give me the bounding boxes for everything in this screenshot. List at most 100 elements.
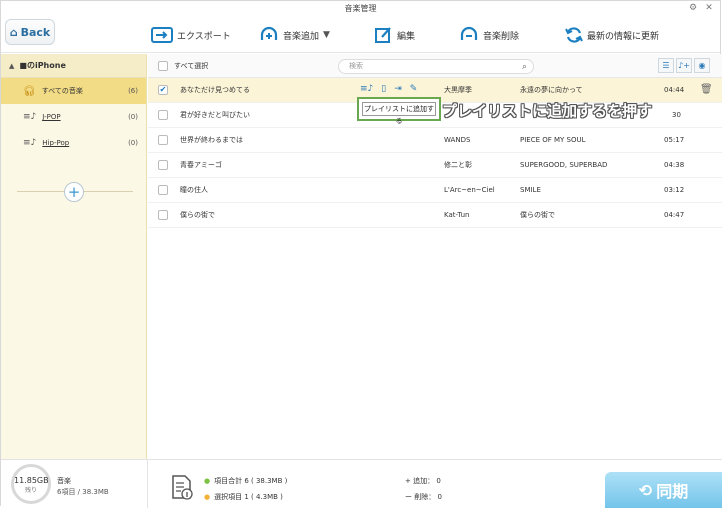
add-to-playlist-icon[interactable]: ♪+ xyxy=(676,58,692,73)
song-title: 瞳の住人 xyxy=(180,186,208,194)
tooltip-text: プレイリストに追加する xyxy=(362,102,436,125)
headphones-icon: 🎧︎ xyxy=(23,85,36,97)
song-album: SUPERGOOD, SUPERBAD xyxy=(520,161,608,169)
device-header[interactable]: ▲ ■のiPhone xyxy=(1,54,146,78)
sidebar-item-label: Hip-Pop xyxy=(42,139,70,147)
song-time: 05:17 xyxy=(664,136,685,144)
row-checkbox[interactable] xyxy=(158,185,168,195)
song-album: 僕らの街で xyxy=(520,211,555,219)
song-artist: Kat-Tun xyxy=(444,211,470,219)
sync-icon: ⟲ xyxy=(638,480,653,500)
export-button[interactable]: エクスポート xyxy=(151,23,231,47)
edit-icon xyxy=(375,27,391,43)
song-title: 青春アミーゴ xyxy=(180,161,222,169)
storage-free-label: 残り xyxy=(24,487,37,494)
sidebar-item-count: (0) xyxy=(128,113,138,121)
song-time: 04:38 xyxy=(664,161,685,169)
window-controls: ⚙ ✕ xyxy=(688,3,714,13)
add-to-playlist-icon[interactable]: ≡♪ xyxy=(360,84,373,94)
select-all-checkbox[interactable] xyxy=(158,60,168,71)
sidebar-item-count: (6) xyxy=(128,87,138,95)
added-count: + 追加： 0 xyxy=(405,477,441,485)
edit-label: 編集 xyxy=(397,31,416,42)
delete-music-button[interactable]: 音楽削除 xyxy=(459,23,519,47)
deleted-count: ー 削除： 0 xyxy=(405,493,442,501)
window-title: 音楽管理 xyxy=(344,4,377,13)
song-title: 世界が終わるまでは xyxy=(180,136,243,144)
select-all-label: すべて選択 xyxy=(174,61,209,70)
add-playlist-button[interactable]: + xyxy=(64,182,84,202)
row-checkbox[interactable] xyxy=(158,110,168,120)
add-music-label: 音楽追加 xyxy=(283,31,320,42)
search-icon[interactable]: ⌕ xyxy=(522,61,527,74)
close-icon[interactable]: ✕ xyxy=(704,3,714,13)
footer-divider xyxy=(147,460,148,508)
title-bar: 音楽管理 ⚙ ✕ xyxy=(1,1,720,17)
song-time: 30 xyxy=(672,111,681,119)
sidebar-item-all-music[interactable]: 🎧︎ すべての音楽 (6) xyxy=(1,78,146,104)
app-window: 音楽管理 ⚙ ✕ ⌂ Back エクスポート 音楽追加 ▼ 編集 音楽削除 最新… xyxy=(0,0,722,508)
sidebar: ▲ ■のiPhone 🎧︎ すべての音楽 (6) ≡♪ J-POP (0) ≡♪… xyxy=(1,54,147,459)
table-row[interactable]: 僕らの街で Kat-Tun 僕らの街で 04:47 xyxy=(148,203,722,228)
music-label: 音楽 xyxy=(57,477,71,485)
search-placeholder: 検索 xyxy=(349,62,363,70)
orange-dot-icon: ● xyxy=(204,493,211,501)
device-name: ■のiPhone xyxy=(19,61,66,70)
back-button[interactable]: ⌂ Back xyxy=(5,19,55,45)
sync-button[interactable]: ⟲ 同期 xyxy=(605,472,722,508)
song-artist: 大黒摩季 xyxy=(444,86,472,94)
selected-items-stat: ● 選択項目 1 ( 4.3MB ) xyxy=(204,492,283,502)
add-music-button[interactable]: 音楽追加 ▼ xyxy=(259,23,330,47)
playlist-icon: ≡♪ xyxy=(23,138,37,148)
add-playlist-area: + xyxy=(17,182,133,202)
edit-icon[interactable]: ✎ xyxy=(410,84,418,94)
toolbar: ⌂ Back エクスポート 音楽追加 ▼ 編集 音楽削除 最新の情報に更新 xyxy=(1,17,720,53)
sidebar-item-label: すべての音楽 xyxy=(41,87,83,95)
export-label: エクスポート xyxy=(177,31,231,42)
row-checkbox[interactable] xyxy=(158,135,168,145)
sidebar-item-jpop[interactable]: ≡♪ J-POP (0) xyxy=(1,104,146,130)
document-info-icon xyxy=(172,475,193,500)
refresh-icon xyxy=(565,27,583,43)
green-dot-icon: ● xyxy=(204,477,211,485)
total-items-text: 項目合計 6 ( 38.3MB ) xyxy=(214,477,288,485)
sidebar-item-hip-pop[interactable]: ≡♪ Hip-Pop (0) xyxy=(1,130,146,156)
table-row[interactable]: 青春アミーゴ 修二と彰 SUPERGOOD, SUPERBAD 04:38 xyxy=(148,153,722,178)
music-count: 6項目 / 38.3MB xyxy=(57,488,109,496)
table-row[interactable]: 世界が終わるまでは WANDS PIECE OF MY SOUL 05:17 xyxy=(148,128,722,153)
song-title: 僕らの街で xyxy=(180,211,215,219)
sync-label: 同期 xyxy=(656,482,689,501)
sidebar-item-label: J-POP xyxy=(42,113,61,121)
instruction-callout: プレイリストに追加するを押す xyxy=(442,102,653,120)
song-artist: L'Arc~en~Ciel xyxy=(444,186,495,194)
storage-free: 11.85GB xyxy=(14,476,49,485)
add-headphones-icon xyxy=(260,26,278,40)
export-icon[interactable]: ⇥ xyxy=(394,84,402,94)
list-view-icon[interactable]: ☰ xyxy=(658,58,674,73)
row-checkbox[interactable]: ✔ xyxy=(158,85,168,95)
song-time: 04:44 xyxy=(664,86,685,94)
song-album: SMILE xyxy=(520,186,541,194)
row-checkbox[interactable] xyxy=(158,160,168,170)
itunes-icon[interactable]: ◉ xyxy=(694,58,710,73)
delete-music-label: 音楽削除 xyxy=(483,31,520,42)
refresh-button[interactable]: 最新の情報に更新 xyxy=(565,23,659,47)
song-title: あなただけ見つめてる xyxy=(180,86,250,94)
list-header: すべて選択 検索 ⌕ ☰ ♪+ ◉ xyxy=(148,54,722,78)
song-album: PIECE OF MY SOUL xyxy=(520,136,586,144)
row-checkbox[interactable] xyxy=(158,210,168,220)
row-actions: ≡♪ ▯ ⇥ ✎ xyxy=(360,84,417,94)
edit-button[interactable]: 編集 xyxy=(375,23,415,47)
song-time: 04:47 xyxy=(664,211,685,219)
total-items-stat: ● 項目合計 6 ( 38.3MB ) xyxy=(204,476,287,486)
device-icon[interactable]: ▯ xyxy=(381,84,386,94)
selected-items-text: 選択項目 1 ( 4.3MB ) xyxy=(214,493,283,501)
table-row[interactable]: 瞳の住人 L'Arc~en~Ciel SMILE 03:12 xyxy=(148,178,722,203)
song-album: 永遠の夢に向かって xyxy=(520,86,583,94)
refresh-label: 最新の情報に更新 xyxy=(587,31,660,42)
settings-icon[interactable]: ⚙ xyxy=(688,3,698,13)
home-icon: ⌂ xyxy=(9,25,18,39)
search-input[interactable]: 検索 ⌕ xyxy=(338,59,534,74)
trash-icon[interactable]: 🗑︎ xyxy=(700,84,713,95)
collapse-triangle-icon[interactable]: ▲ xyxy=(9,62,14,70)
